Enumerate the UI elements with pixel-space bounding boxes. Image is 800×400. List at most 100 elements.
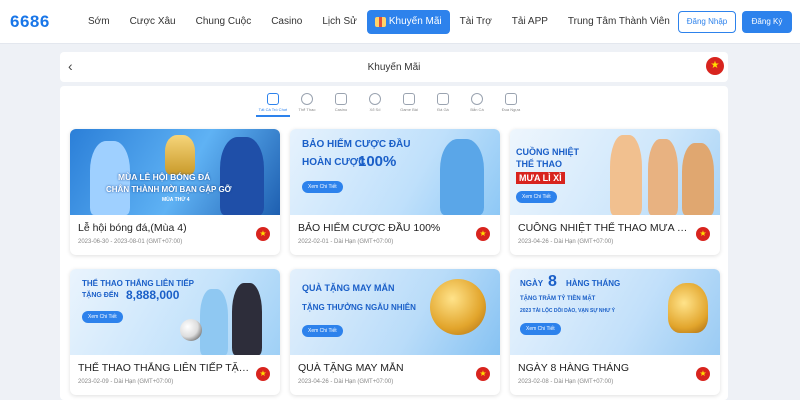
promo-date: 2023-04-26 - Dài Hạn (GMT+07:00) (298, 379, 394, 385)
banner-number: 8 (548, 273, 557, 290)
gift-icon (374, 16, 386, 27)
soccer-ball-icon (301, 93, 313, 105)
vietnam-flag-icon: ★ (476, 367, 490, 381)
banner-subline: HOÀN CƯỢC (302, 157, 366, 168)
promo-date: 2023-04-26 - Dài Hạn (GMT+07:00) (518, 239, 614, 245)
player-figure (200, 289, 228, 355)
login-button[interactable]: Đăng Nhập (678, 11, 736, 33)
player-figure (220, 137, 264, 215)
vietnam-flag-icon[interactable]: ★ (706, 57, 724, 75)
page-header: ‹ Khuyến Mãi ★ (60, 52, 728, 82)
fan-figure (648, 139, 678, 215)
promo-banner-image[interactable]: QUÀ TẶNG MAY MẮN TẶNG THƯỞNG NGẪU NHIÊN … (290, 269, 500, 355)
gold-coin-icon (430, 279, 486, 335)
horse-icon (505, 93, 517, 105)
banner-tagline: 2023 TÀI LỘC DỒI DÀO, VẠN SỰ NHƯ Ý (520, 308, 615, 314)
page-title: Khuyến Mãi (367, 61, 421, 73)
promo-title: QUÀ TẶNG MAY MẮN (298, 362, 404, 374)
tab-all-games[interactable]: Tất Cả Trò Chơi (256, 91, 290, 117)
vietnam-flag-icon: ★ (256, 367, 270, 381)
fish-icon (471, 93, 483, 105)
promo-card[interactable]: MÙA LỄ HỘI BÓNG ĐÁ CHÂN THÀNH MỜI BẠN GẶ… (70, 129, 280, 255)
tab-card-games[interactable]: Game Bài (392, 91, 426, 117)
tab-casino[interactable]: Casino (324, 91, 358, 117)
nav-item-som[interactable]: Sớm (78, 10, 120, 34)
money-bag-icon (668, 283, 708, 333)
trophy-icon (165, 135, 195, 175)
banner-day: NGÀY (520, 279, 544, 288)
promo-card[interactable]: CUỒNG NHIỆT THỂ THAO MƯA LÌ XÌ Xem Chi T… (510, 129, 720, 255)
promo-banner-image[interactable]: THỂ THAO THẮNG LIÊN TIẾP TẶNG ĐẾN 8,888,… (70, 269, 280, 355)
promo-date: 2023-02-09 - Dài Hạn (GMT+07:00) (78, 379, 174, 385)
vietnam-flag-icon: ★ (696, 367, 710, 381)
banner-headline: CUỒNG NHIỆT (516, 147, 579, 157)
promo-date: 2022-02-01 - Dài Hạn (GMT+07:00) (298, 239, 394, 245)
cards-icon (335, 93, 347, 105)
vietnam-flag-icon: ★ (476, 227, 490, 241)
grid-icon (267, 93, 279, 105)
tab-cockfight[interactable]: Đá Gà (426, 91, 460, 117)
promo-card[interactable]: BẢO HIỂM CƯỢC ĐẦU HOÀN CƯỢC 100% Xem Chi… (290, 129, 500, 255)
fan-figure (610, 135, 642, 215)
promo-banner-image[interactable]: BẢO HIỂM CƯỢC ĐẦU HOÀN CƯỢC 100% Xem Chi… (290, 129, 500, 215)
nav-item-tai-app[interactable]: Tải APP (502, 10, 558, 34)
promotions-panel: Tất Cả Trò Chơi Thể Thao Casino Xổ Số Ga… (60, 86, 728, 400)
view-details-button[interactable]: Xem Chi Tiết (520, 323, 561, 335)
nav-item-khuyen-mai[interactable]: Khuyến Mãi (366, 9, 450, 34)
banner-subline: THỂ THAO (516, 159, 562, 169)
nav-item-lich-su[interactable]: Lịch Sử (312, 10, 367, 34)
view-details-button[interactable]: Xem Chi Tiết (302, 181, 343, 193)
promo-banner-image[interactable]: CUỒNG NHIỆT THỂ THAO MƯA LÌ XÌ Xem Chi T… (510, 129, 720, 215)
gamepad-icon (437, 93, 449, 105)
tab-horse-racing[interactable]: Đua Ngựa (494, 91, 528, 117)
category-tabs: Tất Cả Trò Chơi Thể Thao Casino Xổ Số Ga… (256, 91, 528, 117)
promo-title: BẢO HIỂM CƯỢC ĐẦU 100% (298, 222, 441, 234)
banner-headline: HÀNG THÁNG (566, 279, 621, 288)
nav-item-casino[interactable]: Casino (261, 10, 312, 34)
banner-headline: THỂ THAO THẮNG LIÊN TIẾP (82, 279, 194, 288)
tab-sports[interactable]: Thể Thao (290, 91, 324, 117)
back-arrow-icon[interactable]: ‹ (68, 58, 73, 74)
nav-item-chung-cuoc[interactable]: Chung Cuộc (186, 10, 262, 34)
player-figure (440, 139, 484, 215)
promo-title: CUỒNG NHIỆT THỂ THAO MƯA LÌ XÌ (518, 222, 690, 234)
promo-title: NGÀY 8 HÀNG THÁNG (518, 362, 630, 374)
soccer-ball-icon (180, 319, 202, 341)
promo-banner-image[interactable]: MÙA LỄ HỘI BÓNG ĐÁ CHÂN THÀNH MỜI BẠN GẶ… (70, 129, 280, 215)
site-logo[interactable]: 6686 (10, 12, 70, 32)
register-button[interactable]: Đăng Ký (742, 11, 792, 33)
promo-card[interactable]: THỂ THAO THẮNG LIÊN TIẾP TẶNG ĐẾN 8,888,… (70, 269, 280, 395)
tab-fishing[interactable]: Bắn Cá (460, 91, 494, 117)
fan-figure (682, 143, 714, 215)
banner-subline: CHÂN THÀNH MỜI BẠN GẶP GỠ (106, 185, 232, 194)
banner-percent: 100% (358, 153, 397, 170)
banner-headline: MÙA LỄ HỘI BÓNG ĐÁ (118, 172, 211, 182)
lottery-ball-icon (369, 93, 381, 105)
banner-amount: 8,888,000 (126, 288, 180, 302)
promo-title: Lễ hội bóng đá,(Mùa 4) (78, 222, 187, 234)
view-details-button[interactable]: Xem Chi Tiết (82, 311, 123, 323)
banner-headline: QUÀ TẶNG MAY MẮN (302, 283, 395, 293)
player-figure (232, 283, 262, 355)
nav-item-member-center[interactable]: Trung Tâm Thành Viên (558, 10, 680, 34)
nav-item-cuoc-xau[interactable]: Cược Xâu (120, 10, 186, 34)
tab-lottery[interactable]: Xổ Số (358, 91, 392, 117)
nav-item-tai-tro[interactable]: Tài Trợ (450, 10, 502, 34)
promo-banner-image[interactable]: NGÀY 8 HÀNG THÁNG TẶNG TRĂM TỶ TIỀN MẶT … (510, 269, 720, 355)
banner-season: MÙA THỨ 4 (162, 197, 190, 203)
promo-date: 2023-06-30 - 2023-08-01 (GMT+07:00) (78, 239, 183, 245)
promo-card[interactable]: NGÀY 8 HÀNG THÁNG TẶNG TRĂM TỶ TIỀN MẶT … (510, 269, 720, 395)
promo-card[interactable]: QUÀ TẶNG MAY MẮN TẶNG THƯỞNG NGẪU NHIÊN … (290, 269, 500, 395)
main-nav: Sớm Cược Xâu Chung Cuộc Casino Lịch Sử K… (78, 9, 680, 34)
view-details-button[interactable]: Xem Chi Tiết (302, 325, 343, 337)
nav-item-khuyen-mai-label: Khuyến Mãi (388, 15, 442, 27)
banner-headline: BẢO HIỂM CƯỢC ĐẦU (302, 139, 411, 150)
banner-subline: TẶNG ĐẾN (82, 292, 119, 299)
promo-date: 2023-02-08 - Dài Hạn (GMT+07:00) (518, 379, 614, 385)
view-details-button[interactable]: Xem Chi Tiết (516, 191, 557, 203)
banner-highlight: MƯA LÌ XÌ (516, 172, 565, 185)
banner-subline: TẶNG THƯỞNG NGẪU NHIÊN (302, 303, 416, 312)
auth-buttons: Đăng Nhập Đăng Ký (678, 11, 792, 33)
vietnam-flag-icon: ★ (696, 227, 710, 241)
promo-title: THỂ THAO THẮNG LIÊN TIẾP TẶNG ĐẾN 8,888,… (78, 362, 250, 374)
